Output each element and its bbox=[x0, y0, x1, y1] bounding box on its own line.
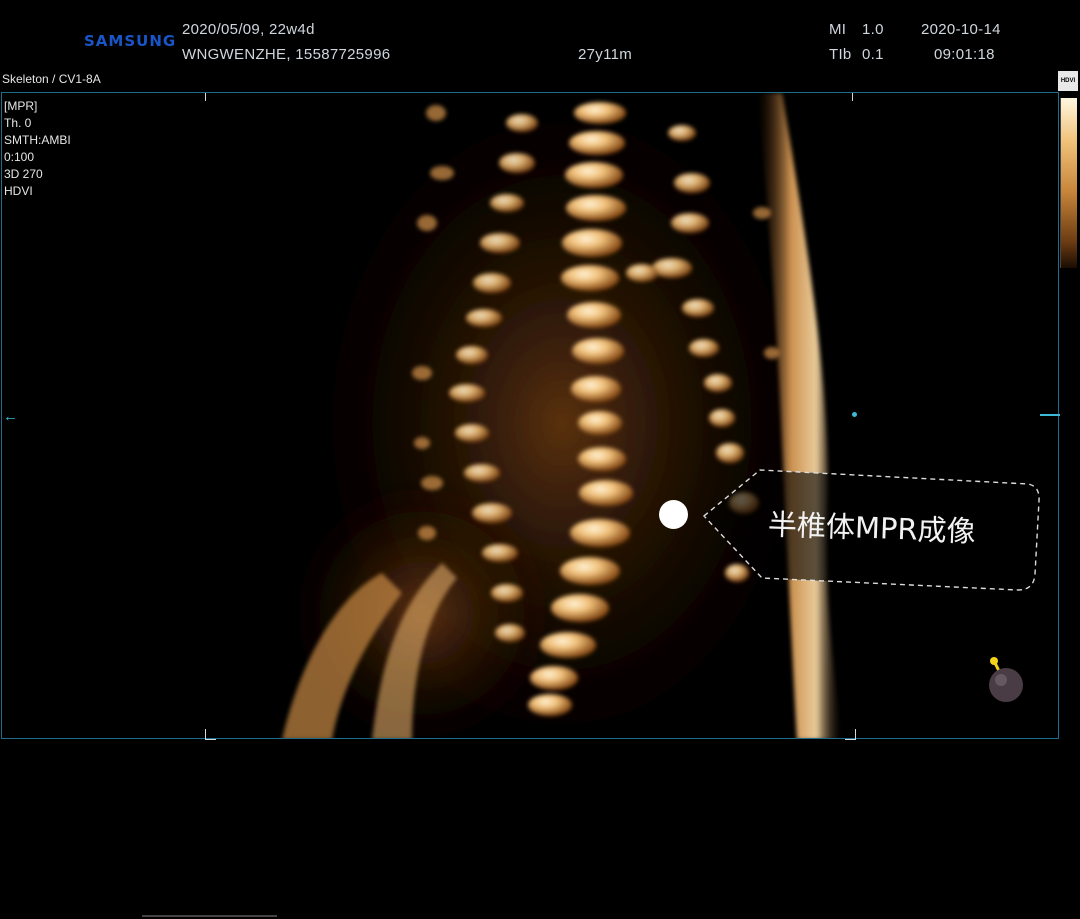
patient-age: 27y11m bbox=[578, 46, 633, 63]
right-cursor-line[interactable] bbox=[1040, 414, 1060, 416]
exam-date-ga: 2020/05/09, 22w4d bbox=[182, 21, 315, 38]
param-smoothing: SMTH:AMBI bbox=[4, 133, 71, 147]
mi-value: 1.0 bbox=[862, 21, 884, 38]
samsung-logo: SAMSUNG bbox=[84, 32, 177, 50]
color-map-bar bbox=[1060, 98, 1077, 268]
tib-label: TIb bbox=[829, 46, 852, 63]
param-threshold: Th. 0 bbox=[4, 116, 32, 130]
hdvi-badge: HDVI bbox=[1058, 71, 1078, 91]
current-date: 2020-10-14 bbox=[921, 21, 1001, 38]
bottom-divider bbox=[142, 915, 277, 917]
param-mode: [MPR] bbox=[4, 99, 38, 113]
spine-3d-render bbox=[282, 93, 842, 738]
tib-value: 0.1 bbox=[862, 46, 884, 63]
ultrasound-image-area[interactable] bbox=[1, 92, 1059, 739]
param-render-mode: HDVI bbox=[4, 184, 33, 198]
roi-corner-br bbox=[845, 729, 856, 740]
image-params: [MPR] Th. 0 SMTH:AMBI 0:100 3D 270 HDVI bbox=[4, 98, 71, 200]
param-3d-angle: 3D 270 bbox=[4, 167, 43, 181]
patient-info: WNGWENZHE, 15587725996 bbox=[182, 46, 391, 63]
roi-corner-tr bbox=[852, 93, 863, 101]
lesion-marker-dot[interactable] bbox=[659, 500, 688, 529]
mpr-reference-dot[interactable] bbox=[852, 412, 857, 417]
roi-corner-bl bbox=[205, 729, 216, 740]
mi-label: MI bbox=[829, 21, 847, 38]
probe-preset: Skeleton / CV1-8A bbox=[2, 72, 101, 86]
current-time: 09:01:18 bbox=[934, 46, 995, 63]
annotation-text: 半椎体MPR成像 bbox=[767, 507, 977, 549]
orientation-marker-icon bbox=[989, 657, 1023, 702]
left-arrow-icon[interactable]: ← bbox=[3, 409, 18, 424]
param-ratio: 0:100 bbox=[4, 150, 35, 164]
roi-corner-tl bbox=[205, 93, 216, 101]
